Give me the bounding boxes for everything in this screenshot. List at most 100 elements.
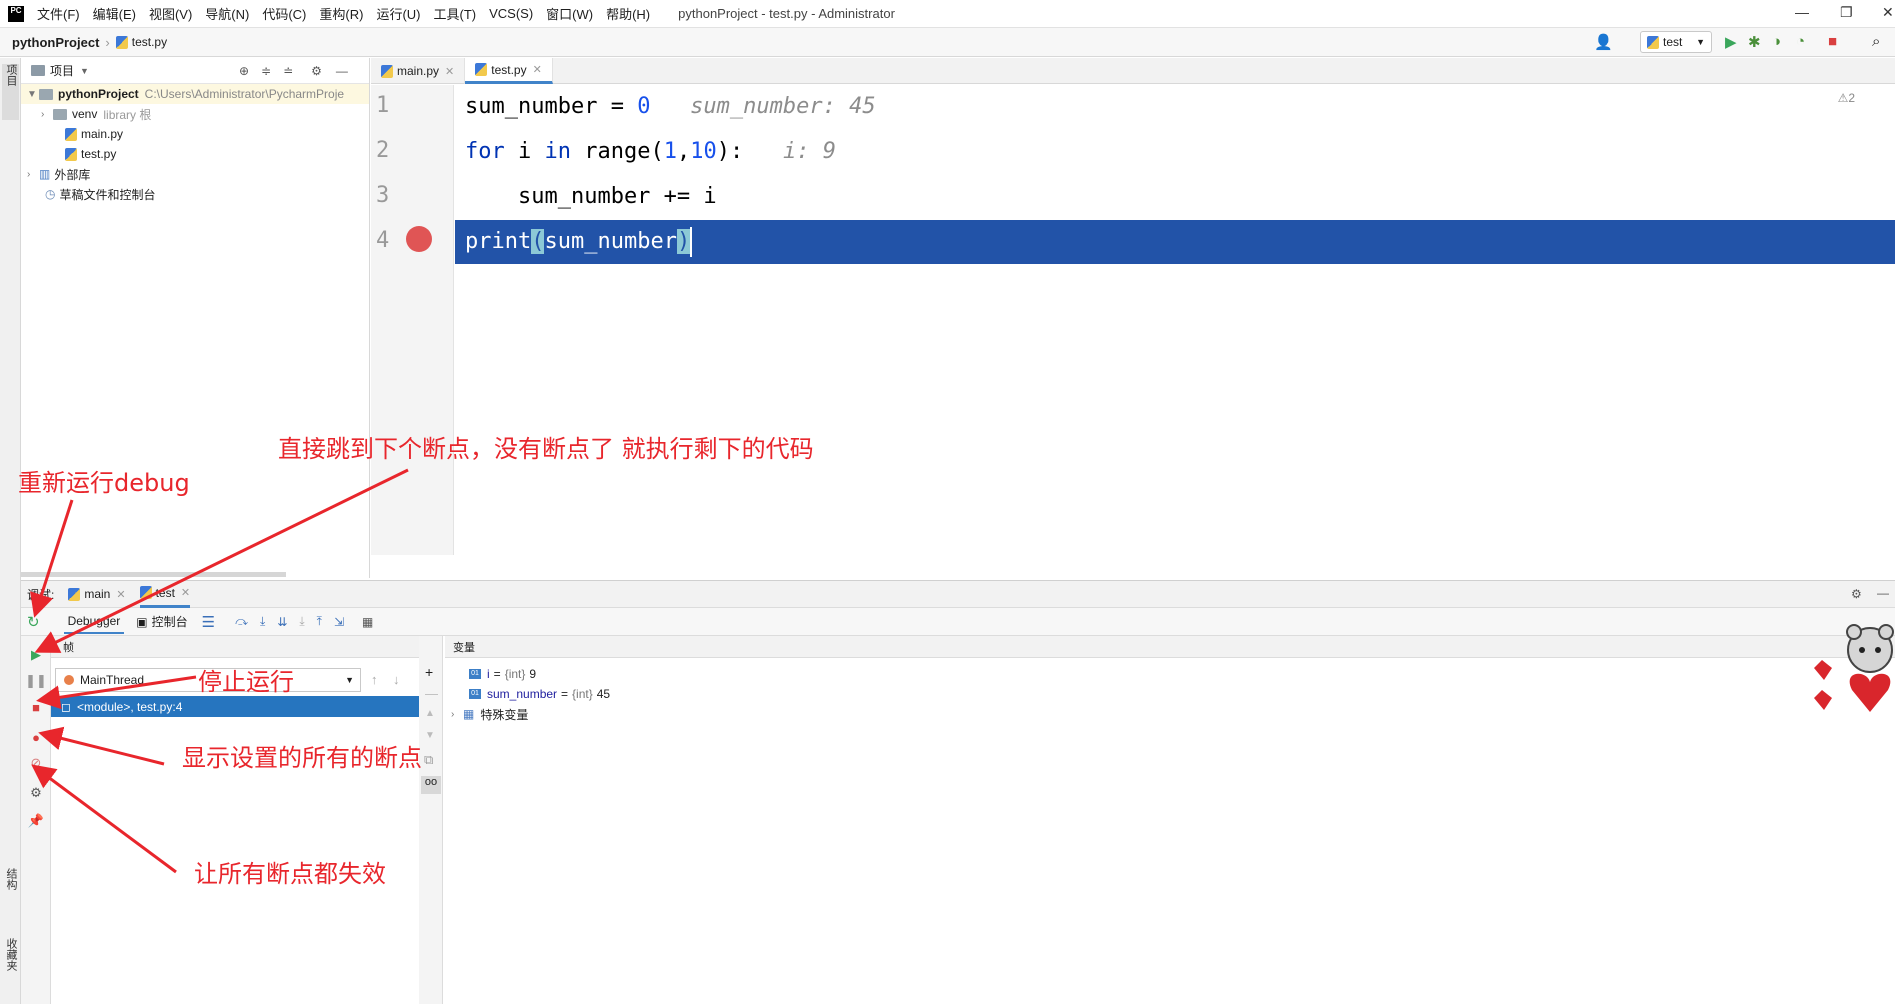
step-out-icon[interactable]: ⤒ [317, 614, 322, 629]
special-variables-row[interactable]: › ▦ 特殊变量 [451, 704, 528, 724]
plus-icon[interactable]: + [425, 664, 433, 680]
restore-icon[interactable]: ❐ [1840, 4, 1853, 21]
close-icon[interactable]: ✕ [533, 63, 542, 76]
breadcrumb-file[interactable]: test.py [132, 35, 167, 49]
tool-tab-favorites-label: 收藏夹 [5, 938, 17, 971]
debug-icon[interactable]: ✱ [1748, 33, 1761, 51]
copy-icon[interactable]: ⧉ [424, 752, 433, 768]
mute-breakpoints-icon[interactable]: ⊘ [27, 754, 45, 772]
python-file-icon [65, 147, 77, 161]
run-icon[interactable]: ▶ [1725, 33, 1737, 51]
tree-row-scratches[interactable]: ◷ 草稿文件和控制台 [45, 184, 156, 204]
evaluate-expression-icon[interactable]: ▦ [362, 615, 373, 629]
arrow-down-icon[interactable]: ▼ [425, 730, 435, 741]
menu-code[interactable]: 代码(C) [262, 4, 306, 23]
tree-row-venv[interactable]: › venv library 根 [41, 104, 151, 124]
search-icon[interactable]: ⌕ [1872, 33, 1880, 50]
pause-icon[interactable]: ❚❚ [25, 672, 47, 690]
tab-test-py[interactable]: test.py ✕ [465, 58, 553, 84]
breakpoint-icon[interactable] [406, 226, 432, 252]
menu-file[interactable]: 文件(F) [37, 4, 80, 23]
variable-row[interactable]: 01 i = {int} 9 [469, 664, 536, 684]
pin-icon[interactable]: 📌 [27, 812, 45, 830]
expand-all-icon[interactable]: ≑ [261, 64, 271, 78]
tab-debugger[interactable]: Debugger [63, 610, 125, 634]
debug-session-test[interactable]: test ✕ [139, 581, 191, 608]
hide-icon[interactable]: — [1877, 586, 1889, 600]
chevron-down-icon[interactable]: ▼ [80, 66, 89, 76]
locate-icon[interactable]: ⊕ [239, 64, 249, 78]
editor-gutter[interactable]: 1 2 3 4 [371, 85, 454, 555]
menu-help[interactable]: 帮助(H) [606, 4, 650, 23]
tree-row-main-py[interactable]: main.py [65, 124, 123, 144]
close-icon[interactable]: ✕ [116, 588, 125, 601]
annotation-rerun: 重新运行debug [18, 469, 190, 497]
resume-program-icon[interactable]: ▶ [27, 646, 45, 664]
variable-row[interactable]: 01 sum_number = {int} 45 [469, 684, 610, 704]
code-text: sum_number += i [465, 184, 717, 209]
user-icon[interactable]: 👤 [1594, 33, 1613, 51]
tree-row-test-py[interactable]: test.py [65, 144, 116, 164]
menu-edit[interactable]: 编辑(E) [93, 4, 136, 23]
menu-window[interactable]: 窗口(W) [546, 4, 593, 23]
debug-session-main[interactable]: main ✕ [68, 587, 126, 601]
step-over-icon[interactable]: ⤼ [235, 614, 248, 629]
project-panel-title[interactable]: 项目 [50, 62, 74, 79]
tab-console[interactable]: 控制台 [152, 613, 188, 630]
gear-icon[interactable]: ⚙ [27, 784, 45, 802]
tool-tab-project-label: 项目 [5, 64, 17, 86]
step-into-icon[interactable]: ⤓ [260, 614, 265, 629]
menu-vcs[interactable]: VCS(S) [489, 6, 533, 21]
stop-icon[interactable]: ■ [27, 698, 45, 716]
inspection-warning-badge[interactable]: ⚠2 [1838, 91, 1855, 105]
tab-main-py[interactable]: main.py ✕ [371, 58, 466, 84]
tool-tab-structure[interactable]: 结构 [2, 868, 19, 890]
glasses-icon[interactable]: oo [421, 776, 441, 794]
run-config-select[interactable]: test ▼ [1640, 31, 1712, 53]
gear-icon[interactable]: ⚙ [311, 64, 322, 78]
menu-tools[interactable]: 工具(T) [433, 4, 476, 23]
frame-row[interactable]: ◻ <module>, test.py:4 [51, 696, 419, 717]
close-icon[interactable]: ✕ [445, 65, 454, 78]
tool-tab-favorites[interactable]: 收藏夹 [2, 938, 19, 971]
text-caret [690, 227, 693, 257]
minus-icon[interactable]: — [425, 686, 438, 701]
collapse-all-icon[interactable]: ≐ [283, 64, 293, 78]
hide-icon[interactable]: — [336, 64, 348, 78]
tree-row-root[interactable]: ▼ pythonProject C:\Users\Administrator\P… [21, 84, 369, 104]
stop-icon[interactable]: ■ [1828, 33, 1837, 50]
menu-lines-icon[interactable]: ☰ [202, 613, 215, 631]
close-icon[interactable]: ✕ [181, 586, 190, 599]
tool-tab-project[interactable]: 项目 [2, 64, 19, 120]
coverage-icon[interactable]: ◑ [1772, 33, 1781, 50]
menu-view[interactable]: 视图(V) [149, 4, 192, 23]
python-file-icon [475, 63, 488, 76]
menu-run[interactable]: 运行(U) [376, 4, 420, 23]
gear-icon[interactable]: ⚙ [1851, 587, 1862, 601]
profile-icon[interactable]: ◔ [1796, 33, 1805, 50]
view-breakpoints-icon[interactable]: ● [27, 728, 45, 746]
breadcrumb-project[interactable]: pythonProject [12, 35, 99, 50]
horizontal-scrollbar[interactable] [21, 572, 286, 577]
run-config-label: test [1663, 35, 1683, 49]
code-text: sum_number [544, 229, 677, 254]
force-step-into-icon[interactable]: ⤓ [299, 614, 304, 629]
arrow-up-icon[interactable]: ▲ [425, 708, 435, 719]
code-number: 1 [663, 139, 677, 164]
int-variable-icon: 01 [469, 669, 481, 679]
code-editor[interactable]: sum_number = 0 sum_number: 45 for i in r… [455, 85, 1895, 555]
debug-tool-label: 调试: [27, 587, 55, 602]
chevron-down-icon: ▼ [1696, 37, 1705, 47]
menu-navigate[interactable]: 导航(N) [205, 4, 249, 23]
tree-venv-note: library 根 [103, 107, 152, 122]
tree-row-external-libs[interactable]: › ▥ 外部库 [27, 164, 90, 184]
run-to-cursor-icon[interactable]: ⇲ [334, 615, 344, 629]
project-panel: 项目 ▼ ⊕ ≑ ≐ ⚙ — ▼ pythonProject C:\Users\… [21, 58, 370, 578]
rerun-icon[interactable]: ↻ [27, 613, 40, 631]
arrow-down-icon[interactable]: ↓ [393, 672, 400, 687]
close-icon[interactable]: ✕ [1882, 4, 1894, 21]
arrow-up-icon[interactable]: ↑ [371, 672, 378, 687]
menu-refactor[interactable]: 重构(R) [319, 4, 363, 23]
minimize-icon[interactable]: — [1795, 4, 1809, 20]
step-into-my-code-icon[interactable]: ⇊ [277, 615, 287, 629]
